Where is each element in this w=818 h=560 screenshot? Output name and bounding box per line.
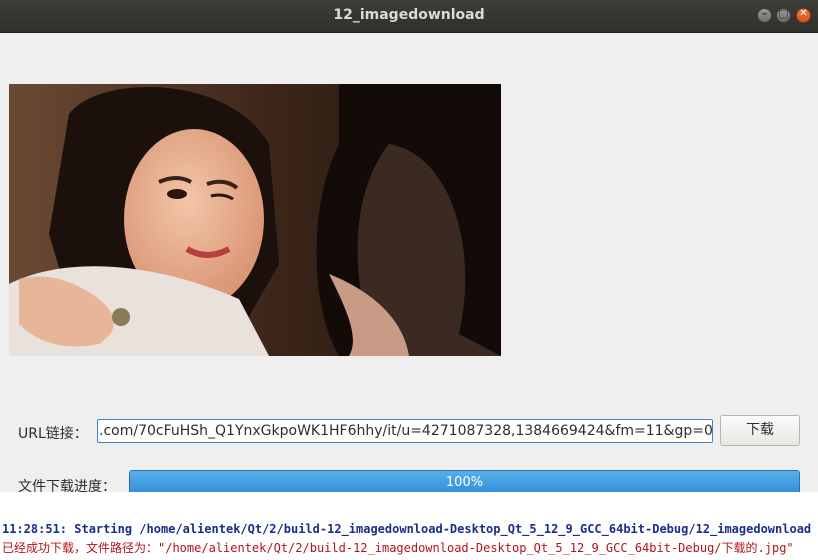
close-icon: ✕ xyxy=(799,8,808,19)
application-output-console: 11:28:51: Starting /home/alientek/Qt/2/b… xyxy=(0,518,818,560)
console-line-start: 11:28:51: Starting /home/alientek/Qt/2/b… xyxy=(2,522,818,536)
app-window: 12_imagedownload – □ ✕ URL链接： .com/70cFu… xyxy=(0,0,818,495)
downloaded-image xyxy=(9,84,501,356)
minimize-icon: – xyxy=(761,7,768,20)
window-title: 12_imagedownload xyxy=(333,7,485,23)
window-gap xyxy=(0,492,818,518)
url-label: URL链接： xyxy=(18,426,88,442)
maximize-icon: □ xyxy=(778,7,789,20)
maximize-button[interactable]: □ xyxy=(776,7,791,23)
download-button[interactable]: 下载 xyxy=(720,415,800,446)
url-input[interactable]: .com/70cFuHSh_Q1YnxGkpoWK1HF6hhy/it/u=42… xyxy=(97,419,713,443)
downloaded-photo xyxy=(9,84,501,356)
minimize-button[interactable]: – xyxy=(757,7,772,23)
console-line-result: 已经成功下载，文件路径为："/home/alientek/Qt/2/build-… xyxy=(2,541,794,555)
title-bar[interactable]: 12_imagedownload – □ ✕ xyxy=(0,0,818,33)
progress-text: 100% xyxy=(445,475,484,490)
close-button[interactable]: ✕ xyxy=(796,8,811,23)
